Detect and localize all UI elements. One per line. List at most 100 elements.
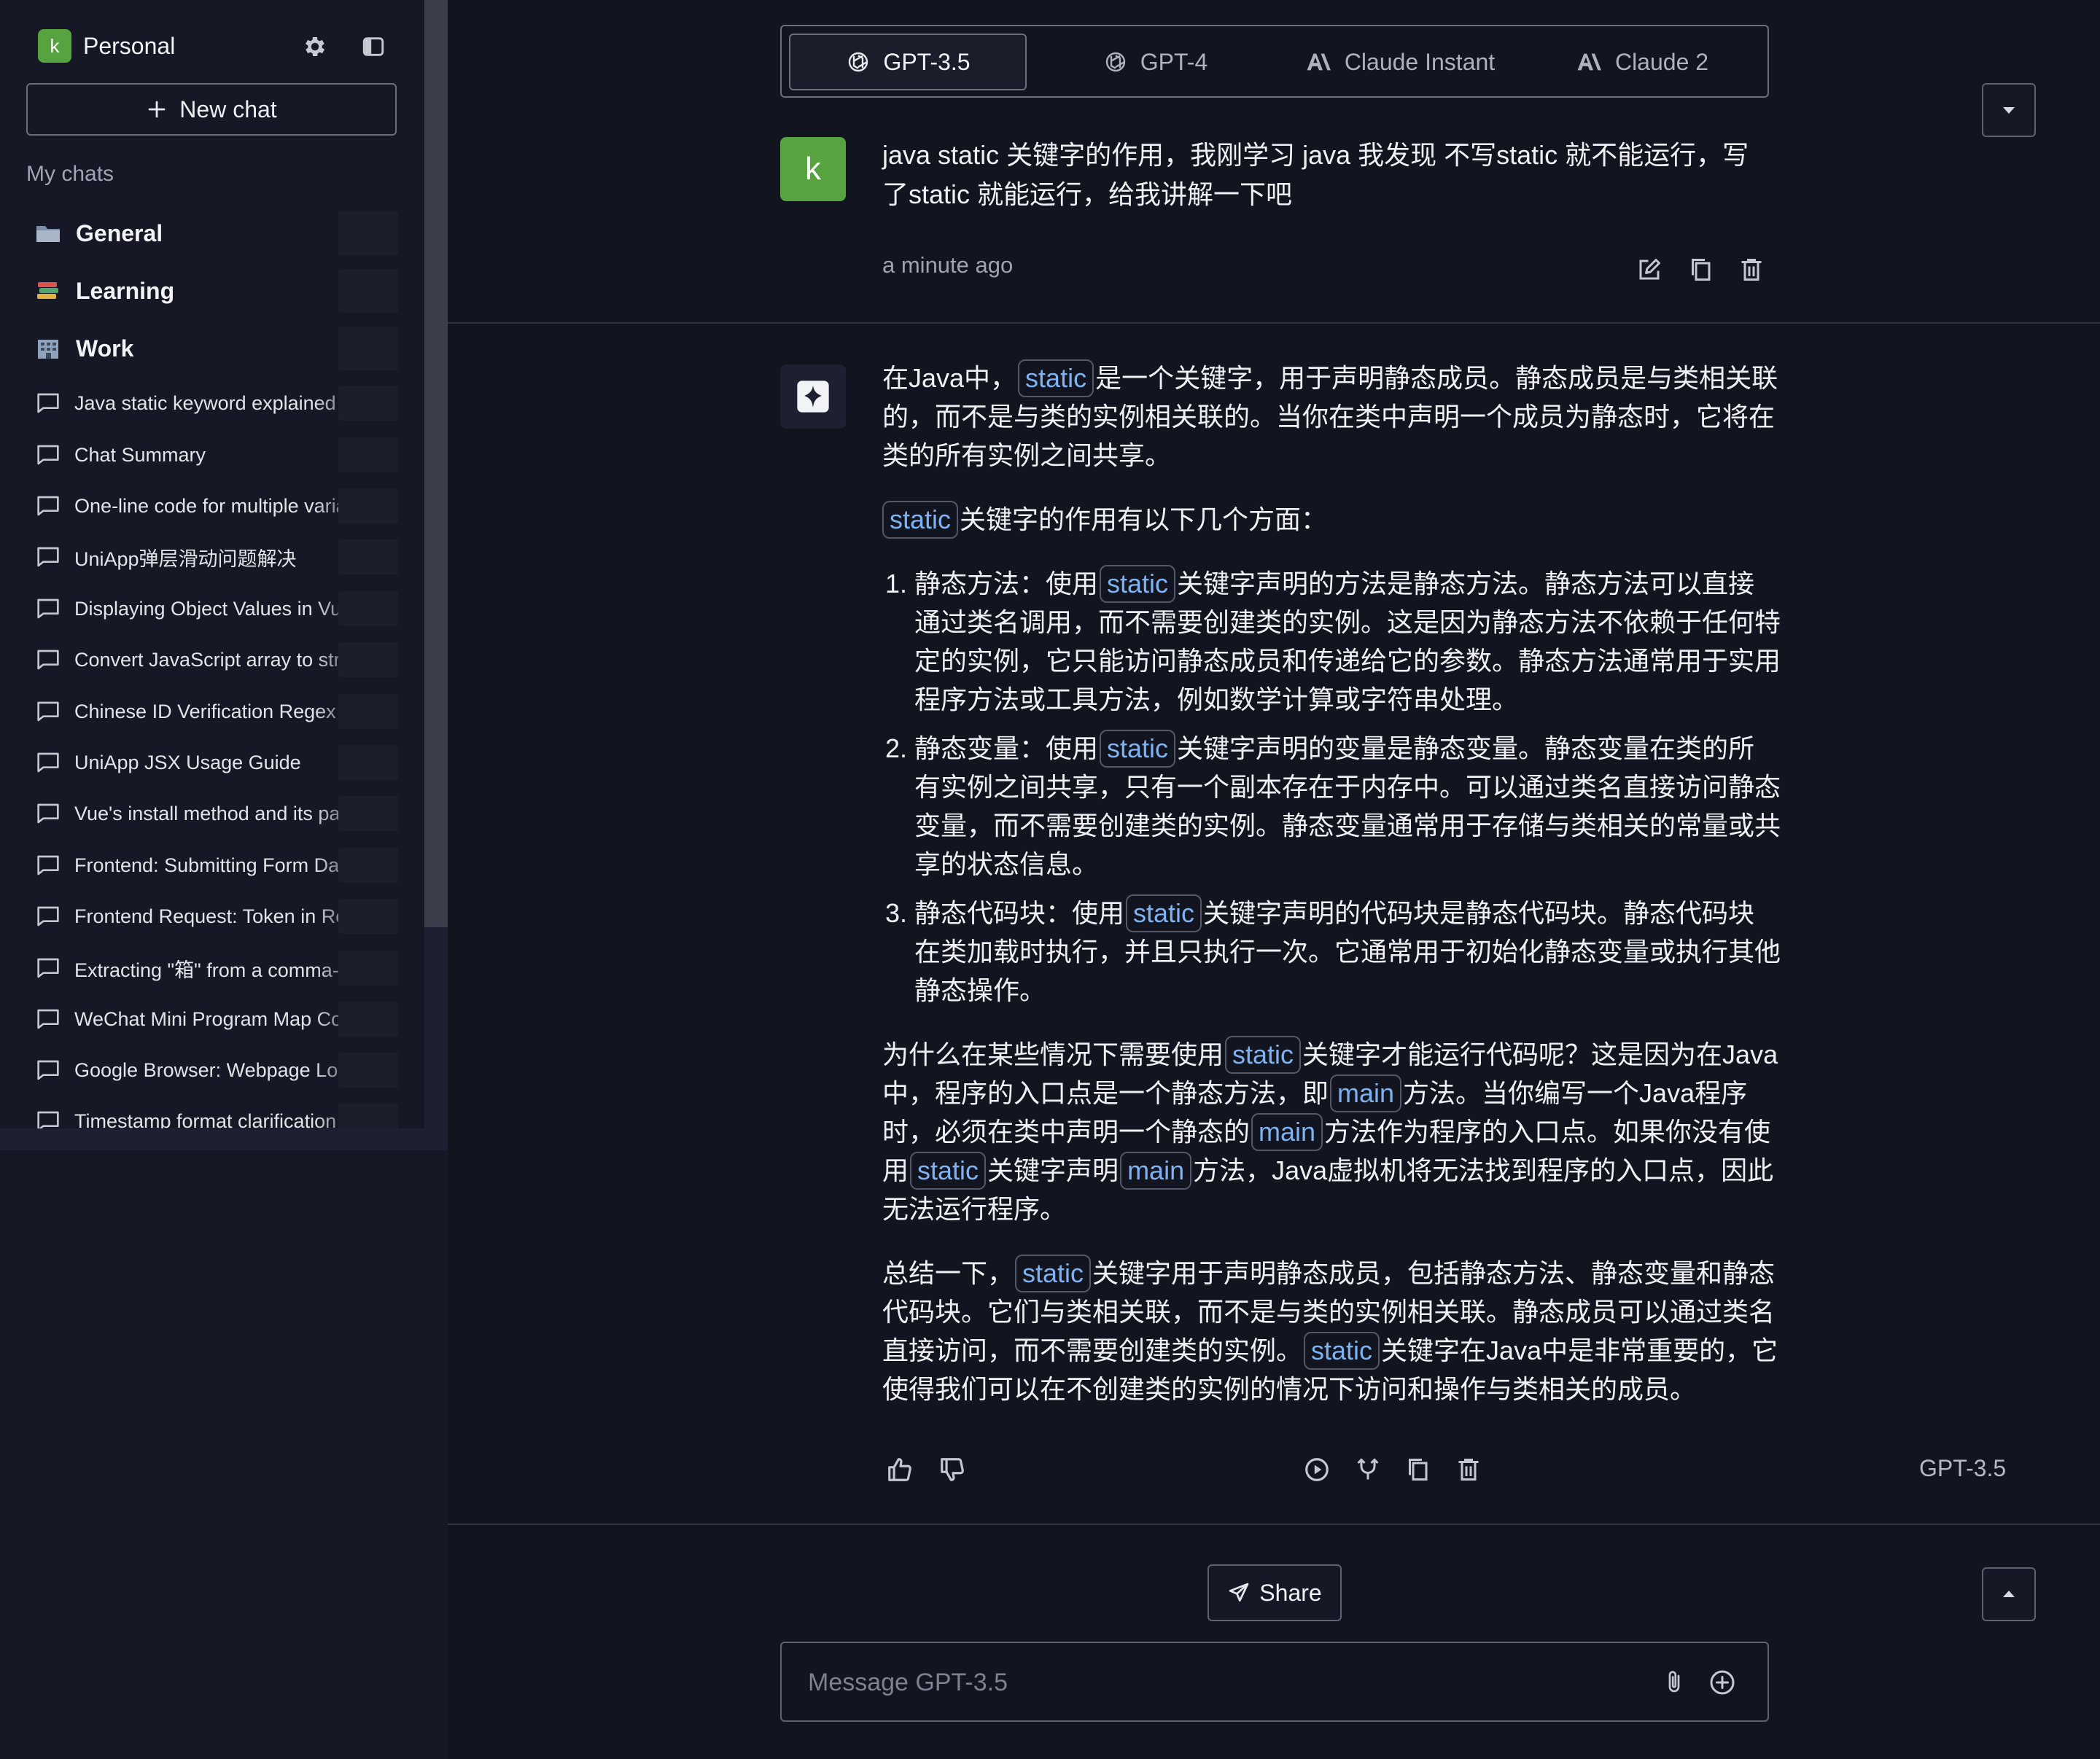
inline-code: static xyxy=(1100,730,1176,768)
new-chat-label: New chat xyxy=(179,95,277,122)
sidebar-horizontal-scrollbar[interactable] xyxy=(0,1128,448,1150)
chat-bubble-icon xyxy=(37,445,59,465)
caret-up-icon xyxy=(2003,1591,2015,1597)
sidebar-panel: k Personal New chat My chats General Lea… xyxy=(0,0,424,1150)
thumbs-down-icon[interactable] xyxy=(935,1452,970,1487)
list-item: 静态变量：使用static关键字声明的变量是静态变量。静态变量在类的所有实例之间… xyxy=(914,729,1781,884)
assistant-avatar xyxy=(780,364,846,429)
chat-bubble-icon xyxy=(37,855,59,875)
chat-item[interactable]: UniApp JSX Usage Guide xyxy=(26,741,398,784)
chat-bubble-icon xyxy=(37,496,59,516)
settings-gear-icon[interactable] xyxy=(298,29,332,64)
chat-item[interactable]: Vue's install method and its para xyxy=(26,792,398,835)
chat-bubble-icon xyxy=(37,958,59,978)
answer-paragraph: 总结一下， static 关键字用于声明静态成员，包括静态方法、静态变量和静态代码块… xyxy=(882,1254,1781,1408)
model-label: GPT-3.5 xyxy=(883,48,971,75)
edit-icon[interactable] xyxy=(1632,252,1667,287)
chat-item[interactable]: One-line code for multiple varia xyxy=(26,484,398,528)
inline-code: static xyxy=(1015,1255,1092,1292)
list-item: 静态方法：使用static关键字声明的方法是静态方法。静态方法可以直接通过类名调… xyxy=(914,564,1781,719)
chat-title: WeChat Mini Program Map Com xyxy=(74,1007,359,1030)
user-message-text: java static 关键字的作用，我刚学习 java 我发现 不写stati… xyxy=(882,140,1749,209)
sidebar-scrollbar[interactable] xyxy=(424,0,448,1150)
openai-icon xyxy=(849,52,868,72)
assistant-message-text: 在Java中， static 是一个关键字，用于声明静态成员。静态成员是与类相关联的… xyxy=(882,359,1781,1434)
chat-title: One-line code for multiple varia xyxy=(74,494,347,517)
user-avatar: k xyxy=(780,137,846,201)
delete-icon[interactable] xyxy=(1734,252,1769,287)
chat-title: Chinese ID Verification Regex xyxy=(74,700,336,722)
inline-code: static xyxy=(1304,1332,1380,1370)
message-divider xyxy=(448,1524,2100,1525)
branch-icon[interactable] xyxy=(1350,1452,1385,1487)
workspace-name[interactable]: Personal xyxy=(83,28,175,64)
chat-bubble-icon xyxy=(37,393,59,413)
model-label: Claude 2 xyxy=(1614,48,1709,75)
chat-title: Frontend: Submitting Form Data xyxy=(74,854,356,876)
chat-item[interactable]: Extracting "箱" from a comma-s xyxy=(26,946,398,990)
office-icon xyxy=(38,340,58,359)
inline-code: main xyxy=(1120,1152,1192,1190)
new-chat-button[interactable]: New chat xyxy=(26,83,397,136)
chat-title: Java static keyword explained xyxy=(74,391,336,414)
chat-item[interactable]: Frontend Request: Token in Req xyxy=(26,894,398,938)
tab-claude-instant[interactable]: Claude Instant xyxy=(1283,34,1517,90)
share-button[interactable]: Share xyxy=(1208,1564,1342,1621)
books-icon xyxy=(37,282,58,299)
inline-code: static xyxy=(1126,894,1202,932)
chat-item[interactable]: Java static keyword explained xyxy=(26,381,398,425)
plus-icon xyxy=(148,101,166,118)
tab-gpt-3-5[interactable]: GPT-3.5 xyxy=(789,34,1027,90)
anthropic-icon xyxy=(1577,53,1601,71)
message-divider xyxy=(448,322,2100,324)
chat-item[interactable]: Convert JavaScript array to strin xyxy=(26,638,398,682)
tab-claude-2[interactable]: Claude 2 xyxy=(1525,34,1759,90)
scroll-up-button[interactable] xyxy=(1982,1567,2036,1621)
workspace-avatar[interactable]: k xyxy=(38,29,71,63)
sidebar-scroll-thumb[interactable] xyxy=(424,0,448,927)
folder-label: Learning xyxy=(76,277,175,304)
openai-icon xyxy=(1105,52,1125,72)
answer-paragraph: 在Java中， static 是一个关键字，用于声明静态成员。静态成员是与类相关联的… xyxy=(882,359,1781,475)
delete-icon[interactable] xyxy=(1451,1452,1486,1487)
chat-item[interactable]: Google Browser: Webpage Long xyxy=(26,1048,398,1092)
chat-bubble-icon xyxy=(37,547,59,567)
folder-work[interactable]: Work xyxy=(26,322,398,375)
chat-item[interactable]: Frontend: Submitting Form Data xyxy=(26,843,398,887)
chat-title: Chat Summary xyxy=(74,443,206,466)
play-audio-icon[interactable] xyxy=(1299,1452,1334,1487)
sidebar: k Personal New chat My chats General Lea… xyxy=(0,0,448,1759)
model-selector: GPT-3.5 GPT-4 Claude Instant Claude 2 xyxy=(780,25,1769,98)
folder-learning[interactable]: Learning xyxy=(26,265,398,317)
chat-item[interactable]: Displaying Object Values in Vue xyxy=(26,587,398,631)
inline-code: static xyxy=(882,501,959,539)
my-chats-heading: My chats xyxy=(26,162,114,186)
toggle-sidebar-icon[interactable] xyxy=(356,29,391,64)
add-circle-icon[interactable] xyxy=(1705,1665,1740,1700)
chat-item[interactable]: Chinese ID Verification Regex xyxy=(26,690,398,733)
folder-general[interactable]: General xyxy=(26,207,398,260)
chat-title: Extracting "箱" from a comma-s xyxy=(74,959,349,981)
copy-icon[interactable] xyxy=(1400,1452,1435,1487)
scroll-down-button[interactable] xyxy=(1982,83,2036,137)
paperclip-icon[interactable] xyxy=(1657,1665,1692,1700)
chat-title: Convert JavaScript array to strin xyxy=(74,648,356,671)
chat-title: Vue's install method and its para xyxy=(74,802,358,824)
tab-gpt-4[interactable]: GPT-4 xyxy=(1038,34,1272,90)
chat-item[interactable]: Chat Summary xyxy=(26,433,398,477)
share-label: Share xyxy=(1259,1579,1322,1606)
caret-down-icon xyxy=(2003,107,2015,114)
model-label: Claude Instant xyxy=(1344,48,1496,75)
message-input[interactable] xyxy=(806,1659,1648,1706)
answer-paragraph: static 关键字的作用有以下几个方面： xyxy=(882,500,1781,539)
inline-code: static xyxy=(1100,565,1176,603)
sparkle-icon xyxy=(797,381,829,413)
model-label: GPT-4 xyxy=(1140,48,1208,75)
chat-title: Frontend Request: Token in Req xyxy=(74,905,358,927)
chat-item[interactable]: UniApp弹层滑动问题解决 xyxy=(26,535,398,579)
chat-title: Displaying Object Values in Vue xyxy=(74,597,353,620)
chat-item[interactable]: WeChat Mini Program Map Com xyxy=(26,997,398,1041)
thumbs-up-icon[interactable] xyxy=(882,1452,917,1487)
chat-bubble-icon xyxy=(37,598,59,619)
copy-icon[interactable] xyxy=(1683,252,1718,287)
